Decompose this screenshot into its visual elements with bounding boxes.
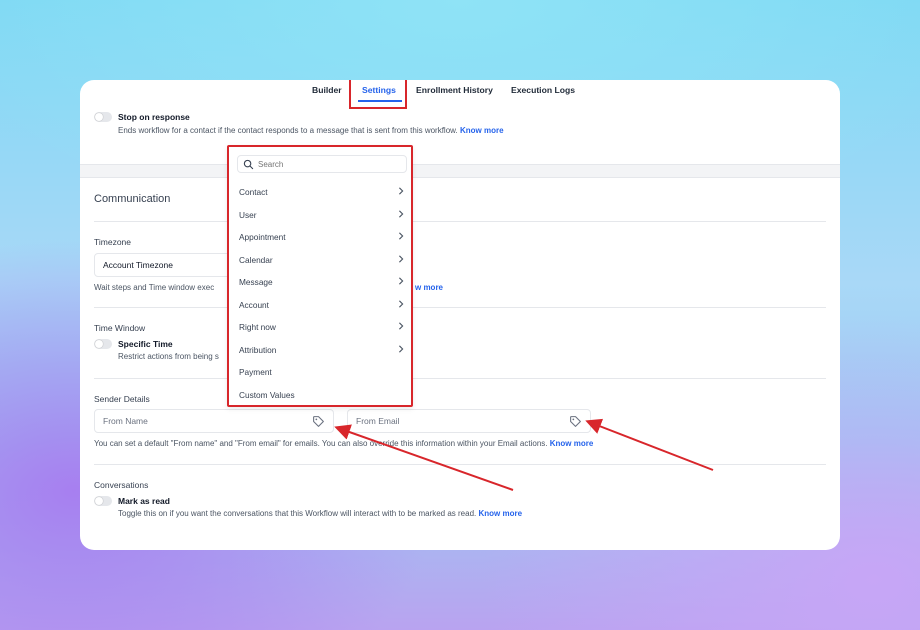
- settings-card: Builder Settings Enrollment History Exec…: [80, 80, 840, 550]
- arrow-to-from-name-tag-icon: [334, 424, 514, 491]
- arrow-to-from-email-tag-icon: [585, 418, 714, 471]
- annotation-arrows: [334, 418, 714, 491]
